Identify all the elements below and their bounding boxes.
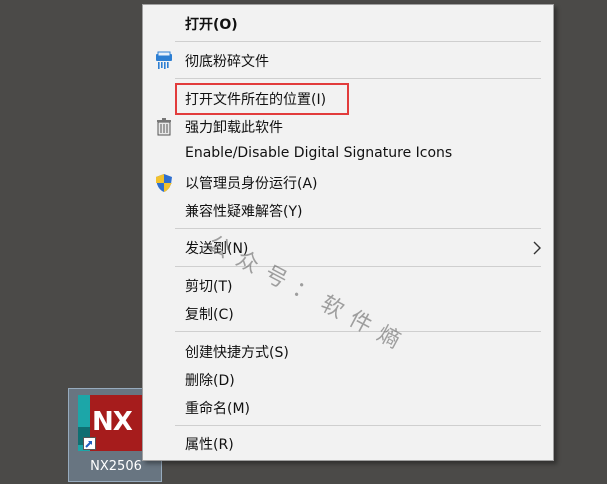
menu-item-open-file-location[interactable]: 打开文件所在的位置(I) bbox=[143, 86, 553, 112]
uac-shield-icon bbox=[154, 173, 174, 193]
shortcut-arrow-icon bbox=[83, 437, 96, 450]
menu-separator bbox=[175, 228, 541, 229]
menu-item-open[interactable]: 打开(O) bbox=[143, 11, 553, 37]
menu-item-force-uninstall[interactable]: 强力卸载此软件 bbox=[143, 114, 553, 140]
menu-item-run-as-admin[interactable]: 以管理员身份运行(A) bbox=[143, 170, 553, 196]
shredder-icon bbox=[154, 51, 174, 71]
menu-item-digital-signature[interactable]: Enable/Disable Digital Signature Icons bbox=[143, 142, 553, 168]
context-menu: 打开(O) 彻底粉碎文件 打开文件所在的位置(I) 强力卸载此软件 Enable… bbox=[142, 4, 554, 461]
menu-separator bbox=[175, 41, 541, 42]
uninstall-icon bbox=[154, 117, 174, 137]
menu-item-delete[interactable]: 删除(D) bbox=[143, 367, 553, 393]
chevron-right-icon bbox=[533, 240, 542, 259]
menu-item-compatibility-troubleshoot[interactable]: 兼容性疑难解答(Y) bbox=[143, 198, 553, 224]
menu-separator bbox=[175, 78, 541, 79]
menu-item-rename[interactable]: 重命名(M) bbox=[143, 395, 553, 421]
menu-item-create-shortcut[interactable]: 创建快捷方式(S) bbox=[143, 339, 553, 365]
menu-item-send-to[interactable]: 发送到(N) bbox=[143, 235, 553, 261]
menu-item-properties[interactable]: 属性(R) bbox=[143, 431, 553, 457]
menu-separator bbox=[175, 425, 541, 426]
shortcut-label: NX2506 bbox=[90, 459, 142, 474]
menu-item-shred-file[interactable]: 彻底粉碎文件 bbox=[143, 48, 553, 74]
